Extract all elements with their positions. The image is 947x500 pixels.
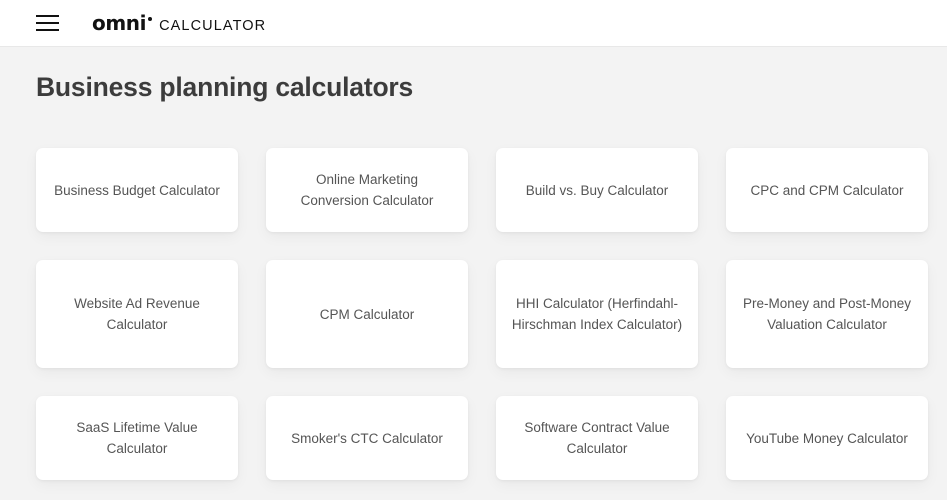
calculator-card[interactable]: Software Contract Value Calculator xyxy=(496,396,698,480)
hamburger-menu-icon[interactable] xyxy=(36,14,60,32)
calculator-card-label: YouTube Money Calculator xyxy=(746,430,908,446)
calculator-card[interactable]: CPM Calculator xyxy=(266,260,468,368)
calculator-card[interactable]: Pre-Money and Post-Money Valuation Calcu… xyxy=(726,260,928,368)
hamburger-bar-top xyxy=(36,15,59,17)
calculator-card[interactable]: Build vs. Buy Calculator xyxy=(496,148,698,232)
hamburger-bar-middle xyxy=(36,22,59,24)
calculator-card-label: Pre-Money and Post-Money Valuation Calcu… xyxy=(742,296,912,332)
site-header: omni CALCULATOR xyxy=(0,0,947,47)
calculator-card-label: Software Contract Value Calculator xyxy=(524,420,670,456)
brand-logo-dot-icon xyxy=(148,17,153,21)
card-row: Business Budget Calculator Online Marketi… xyxy=(36,148,928,232)
calculator-card-label: SaaS Lifetime Value Calculator xyxy=(76,420,198,456)
calculator-card-label: Build vs. Buy Calculator xyxy=(525,182,669,198)
main-content: Business planning calculators Business B… xyxy=(0,47,947,480)
calculator-card[interactable]: HHI Calculator (Herfindahl-Hirschman Ind… xyxy=(496,260,698,368)
calculator-card-label: Smoker's CTC Calculator xyxy=(291,430,443,446)
calculator-card[interactable]: Smoker's CTC Calculator xyxy=(266,396,468,480)
calculator-card-label: Online Marketing Conversion Calculator xyxy=(300,172,434,208)
calculator-card-label: Website Ad Revenue Calculator xyxy=(74,296,200,332)
calculator-card[interactable]: Website Ad Revenue Calculator xyxy=(36,260,238,368)
brand-logo[interactable]: omni CALCULATOR xyxy=(92,11,266,35)
hamburger-bar-bottom xyxy=(36,29,59,31)
calculator-card[interactable]: YouTube Money Calculator xyxy=(726,396,928,480)
calculator-card[interactable]: SaaS Lifetime Value Calculator xyxy=(36,396,238,480)
calculator-card-grid: Business Budget Calculator Online Marketi… xyxy=(36,148,928,480)
card-row: Website Ad Revenue Calculator CPM Calcula… xyxy=(36,260,928,368)
card-row: SaaS Lifetime Value Calculator Smoker's C… xyxy=(36,396,928,480)
calculator-card-label: Business Budget Calculator xyxy=(54,182,220,198)
brand-logo-calculator: CALCULATOR xyxy=(159,18,267,34)
calculator-card[interactable]: CPC and CPM Calculator xyxy=(726,148,928,232)
calculator-card-label: CPC and CPM Calculator xyxy=(750,182,904,198)
calculator-card-label: CPM Calculator xyxy=(319,306,415,322)
calculator-card[interactable]: Online Marketing Conversion Calculator xyxy=(266,148,468,232)
calculator-card[interactable]: Business Budget Calculator xyxy=(36,148,238,232)
brand-logo-omni: omni xyxy=(92,11,147,35)
calculator-card-label: HHI Calculator (Herfindahl-Hirschman Ind… xyxy=(511,296,683,332)
page-title: Business planning calculators xyxy=(36,72,414,102)
